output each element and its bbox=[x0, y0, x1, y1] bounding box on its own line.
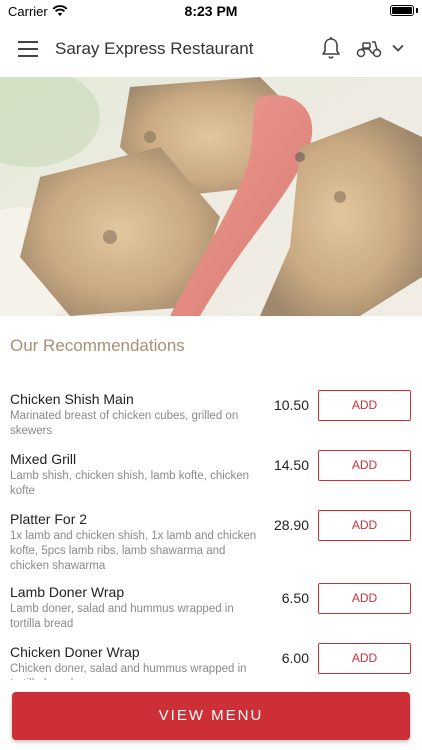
menu-item: Lamb Doner Wrap Lamb doner, salad and hu… bbox=[0, 578, 422, 638]
section-title: Our Recommendations bbox=[10, 336, 185, 355]
add-button[interactable]: ADD bbox=[318, 643, 411, 674]
item-price: 6.00 bbox=[281, 650, 309, 666]
item-description: 1x lamb and chicken shish, 1x lamb and c… bbox=[10, 530, 257, 572]
item-price: 6.50 bbox=[281, 590, 309, 606]
item-description: Lamb doner, salad and hummus wrapped in … bbox=[10, 603, 234, 630]
view-menu-button[interactable]: VIEW MENU bbox=[12, 692, 410, 740]
menu-item: Chicken Shish Main Marinated breast of c… bbox=[0, 385, 422, 445]
item-price: 28.90 bbox=[273, 517, 309, 533]
battery-cap bbox=[416, 8, 418, 13]
restaurant-title: Saray Express Restaurant bbox=[55, 39, 254, 58]
item-price: 14.50 bbox=[273, 457, 309, 473]
item-description: Lamb shish, chicken shish, lamb kofte, c… bbox=[10, 470, 250, 497]
item-name: Chicken Doner Wrap bbox=[10, 644, 140, 660]
menu-item: Platter For 2 1x lamb and chicken shish,… bbox=[0, 505, 422, 578]
item-name: Lamb Doner Wrap bbox=[10, 584, 125, 600]
add-button[interactable]: ADD bbox=[318, 510, 411, 541]
item-name: Chicken Shish Main bbox=[10, 391, 134, 407]
menu-item: Mixed Grill Lamb shish, chicken shish, l… bbox=[0, 445, 422, 505]
scooter-icon[interactable] bbox=[355, 37, 383, 64]
add-button[interactable]: ADD bbox=[318, 583, 411, 614]
item-description: Marinated breast of chicken cubes, grill… bbox=[10, 410, 239, 437]
add-button[interactable]: ADD bbox=[318, 450, 411, 481]
status-bar: Carrier 8:23 PM bbox=[0, 0, 422, 22]
battery-icon bbox=[390, 5, 414, 16]
chevron-down-icon[interactable] bbox=[391, 41, 405, 60]
item-name: Platter For 2 bbox=[10, 511, 88, 527]
add-button[interactable]: ADD bbox=[318, 390, 411, 421]
hero-image bbox=[0, 77, 422, 316]
recommendations-list: Chicken Shish Main Marinated breast of c… bbox=[0, 385, 422, 698]
item-name: Mixed Grill bbox=[10, 451, 77, 467]
clock: 8:23 PM bbox=[184, 3, 238, 19]
bell-icon[interactable] bbox=[320, 36, 342, 65]
item-price: 10.50 bbox=[273, 397, 309, 413]
menu-icon[interactable] bbox=[18, 41, 38, 57]
navbar: Saray Express Restaurant bbox=[0, 22, 422, 77]
